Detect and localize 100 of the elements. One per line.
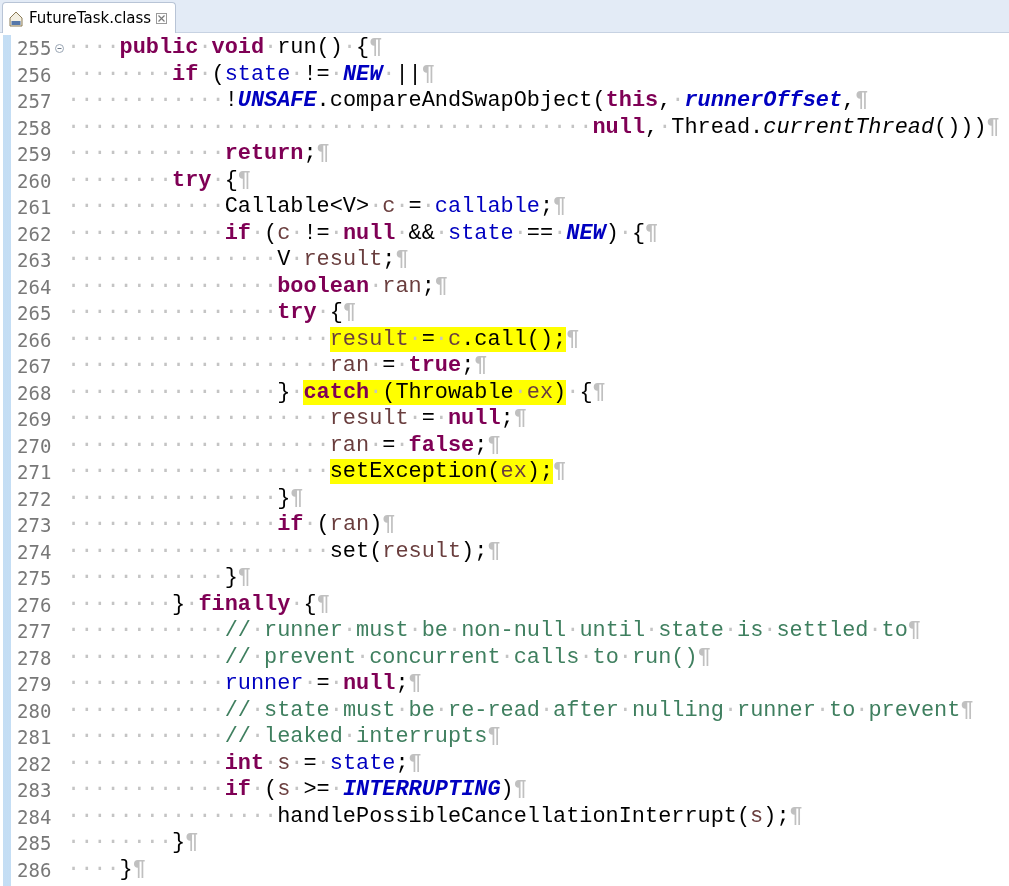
code-text: != bbox=[303, 220, 330, 246]
whitespace-dots: · bbox=[342, 618, 357, 644]
highlighted-code-text: ); bbox=[526, 459, 554, 485]
keyword: if bbox=[277, 512, 304, 538]
pilcrow-mark: ¶ bbox=[382, 512, 396, 538]
code-text: set( bbox=[329, 538, 383, 564]
close-icon[interactable] bbox=[156, 12, 168, 24]
constant-name: runnerOffset bbox=[684, 88, 843, 114]
local-variable: s bbox=[277, 750, 291, 776]
whitespace-dots: ············ bbox=[67, 671, 225, 697]
code-text: { bbox=[356, 35, 370, 61]
keyword: void bbox=[211, 35, 265, 61]
line-number: 266 bbox=[16, 328, 53, 351]
comment-text: prevent bbox=[264, 644, 357, 670]
line-number: 259 bbox=[16, 143, 53, 166]
highlighted-code-text: setException( bbox=[329, 459, 501, 485]
whitespace-dots: ···· bbox=[67, 856, 120, 882]
local-variable: ran bbox=[382, 273, 422, 299]
whitespace-dots: · bbox=[329, 697, 343, 723]
whitespace-dots: · bbox=[303, 512, 317, 538]
highlighted-code-text: (Throwable bbox=[382, 379, 514, 405]
whitespace-dots: · bbox=[250, 777, 265, 803]
code-text: ( bbox=[316, 512, 330, 538]
code-text: { bbox=[224, 167, 238, 193]
whitespace-dots: · bbox=[434, 406, 448, 432]
constant-name: INTERRUPTING bbox=[342, 777, 501, 803]
whitespace-dots: ················ bbox=[67, 273, 278, 299]
code-text: = bbox=[421, 406, 435, 432]
code-text: ; bbox=[500, 406, 514, 432]
pilcrow-mark: ¶ bbox=[645, 220, 659, 246]
code-text: Callable<V> bbox=[224, 194, 370, 220]
local-variable: result bbox=[329, 406, 409, 432]
code-text: = bbox=[382, 353, 396, 379]
keyword: null bbox=[342, 671, 396, 697]
whitespace-dots: · bbox=[369, 432, 383, 458]
whitespace-dots: · bbox=[395, 432, 409, 458]
field-name: state bbox=[448, 220, 514, 246]
code-text: ; bbox=[382, 247, 396, 273]
comment-text: settled bbox=[776, 618, 869, 644]
whitespace-dots: · bbox=[434, 220, 448, 246]
comment-text: to bbox=[881, 618, 908, 644]
pilcrow-mark: ¶ bbox=[697, 644, 711, 670]
local-variable: s bbox=[277, 777, 291, 803]
whitespace-dots: · bbox=[395, 353, 409, 379]
comment-text: re-read bbox=[448, 697, 540, 723]
keyword: return bbox=[224, 141, 304, 167]
field-name: callable bbox=[434, 194, 540, 220]
pilcrow-mark: ¶ bbox=[316, 141, 330, 167]
method-name: currentThread bbox=[763, 114, 935, 140]
whitespace-dots: · bbox=[250, 618, 265, 644]
whitespace-dots: · bbox=[513, 220, 527, 246]
keyword: if bbox=[172, 61, 199, 87]
comment-text: // bbox=[224, 724, 251, 750]
whitespace-dots: ···················· bbox=[67, 459, 330, 485]
code-text: , bbox=[645, 114, 659, 140]
code-text: } bbox=[172, 591, 186, 617]
keyword: true bbox=[408, 353, 462, 379]
whitespace-dots: · bbox=[539, 697, 554, 723]
line-number: 276 bbox=[16, 593, 53, 616]
whitespace-dots: · bbox=[329, 220, 343, 246]
code-text: { bbox=[579, 379, 593, 405]
whitespace-dots: ············ bbox=[67, 565, 225, 591]
line-number: 280 bbox=[16, 699, 53, 722]
pilcrow-mark: ¶ bbox=[960, 697, 974, 723]
pilcrow-mark: ¶ bbox=[342, 300, 357, 326]
local-variable: result bbox=[382, 538, 462, 564]
pilcrow-mark: ¶ bbox=[855, 88, 869, 114]
whitespace-dots: ············ bbox=[67, 88, 225, 114]
pilcrow-mark: ¶ bbox=[907, 618, 921, 644]
keyword: public bbox=[119, 35, 199, 61]
whitespace-dots: · bbox=[395, 697, 409, 723]
whitespace-dots: ········ bbox=[67, 61, 173, 87]
line-number: 282 bbox=[16, 752, 53, 775]
keyword: this bbox=[605, 88, 659, 114]
line-number: 275 bbox=[16, 567, 53, 590]
whitespace-dots: · bbox=[185, 591, 199, 617]
whitespace-dots: ············ bbox=[67, 750, 225, 776]
whitespace-dots: · bbox=[618, 220, 632, 246]
whitespace-dots: · bbox=[290, 61, 304, 87]
line-number: 264 bbox=[16, 275, 53, 298]
line-number: 284 bbox=[16, 805, 53, 828]
code-text: ; bbox=[395, 671, 409, 697]
comment-text: state bbox=[264, 697, 330, 723]
code-text: ) bbox=[369, 512, 383, 538]
pilcrow-mark: ¶ bbox=[369, 35, 383, 61]
keyword: finally bbox=[198, 591, 291, 617]
line-number: 258 bbox=[16, 116, 53, 139]
collapse-icon[interactable] bbox=[55, 43, 64, 53]
pilcrow-mark: ¶ bbox=[316, 591, 330, 617]
whitespace-dots: · bbox=[250, 644, 265, 670]
keyword: if bbox=[224, 220, 251, 246]
comment-text: prevent bbox=[868, 697, 961, 723]
local-variable: ran bbox=[329, 353, 370, 379]
whitespace-dots: · bbox=[303, 671, 317, 697]
pilcrow-mark: ¶ bbox=[290, 485, 304, 511]
whitespace-dots: · bbox=[815, 697, 829, 723]
field-name: state bbox=[224, 61, 291, 87]
whitespace-dots: · bbox=[369, 353, 383, 379]
editor-tab[interactable]: FutureTask.class bbox=[2, 2, 177, 33]
whitespace-dots: · bbox=[316, 300, 330, 326]
